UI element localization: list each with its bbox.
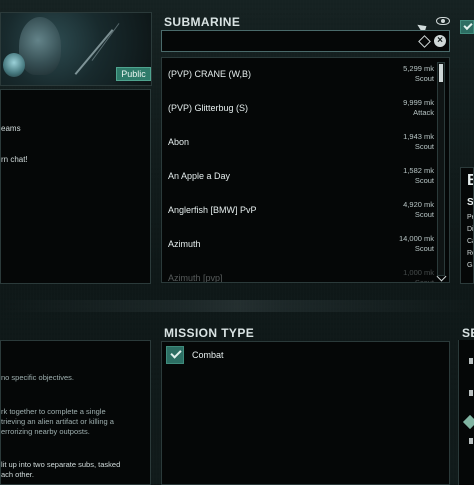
submarine-distance: 1,000 mk: [403, 268, 434, 277]
eye-icon[interactable]: [436, 17, 450, 25]
light-ray-decoration: [91, 23, 120, 61]
portrait-art: [19, 17, 61, 75]
clear-x-icon[interactable]: ×: [434, 35, 446, 47]
submarine-name: (PVP) CRANE (W,B): [168, 69, 252, 79]
submarine-info-line: Ca: [467, 238, 473, 245]
submarine-distance: 1,943 mk: [403, 132, 434, 141]
submarine-name: Anglerfish [BMW] PvP: [168, 205, 257, 215]
submarine-class: Scout: [414, 278, 434, 283]
submarine-info-line: Re: [467, 250, 473, 257]
submarine-row[interactable]: An Apple a Day 1,582 mk Scout: [162, 160, 440, 193]
mission-description-panel: no specific objectives. rk together to c…: [0, 340, 151, 485]
submarine-class: Scout: [414, 210, 434, 219]
submarine-info-line: Ga: [467, 262, 473, 269]
right-section-header: SE: [462, 326, 474, 340]
submarine-name: An Apple a Day: [168, 171, 231, 181]
chat-panel: eams rn chat!: [0, 89, 151, 284]
check-icon[interactable]: [166, 346, 184, 364]
section-divider: [0, 300, 474, 312]
submarine-row[interactable]: Abon 1,943 mk Scout: [162, 126, 440, 159]
submarine-class: Scout: [414, 74, 434, 83]
submarine-info-title: B: [467, 172, 473, 190]
submarine-name: (PVP) Glitterbug (S): [168, 103, 249, 113]
submarine-row[interactable]: Azimuth [pvp] 1,000 mk Scout: [162, 262, 440, 283]
submarine-list-scrollbar[interactable]: [437, 62, 445, 276]
mission-description-line: trieving an alien artifact or killing a: [1, 417, 114, 426]
public-badge[interactable]: Public: [116, 67, 151, 81]
submarine-info-card: B S Pe Di Ca Re Ga: [460, 167, 474, 284]
scrollbar-thumb[interactable]: [439, 64, 443, 82]
submarine-name: Abon: [168, 137, 190, 147]
submarine-class: Attack: [413, 108, 434, 117]
submarine-distance: 1,582 mk: [403, 166, 434, 175]
mission-description-line: ach other.: [1, 470, 34, 479]
submarine-info-line: Pe: [467, 214, 473, 221]
chat-line: rn chat!: [1, 155, 28, 164]
mission-description-line: lit up into two separate subs, tasked: [1, 460, 121, 469]
submarine-distance: 14,000 mk: [398, 234, 434, 243]
mission-type-list[interactable]: Combat: [161, 341, 450, 485]
check-icon[interactable]: [460, 20, 474, 34]
mission-description-line: errorizing nearby outposts.: [1, 427, 90, 436]
submarine-class: Scout: [414, 244, 434, 253]
submarine-class: Scout: [414, 176, 434, 185]
submarine-info-subtitle: S: [467, 197, 474, 208]
submarine-row[interactable]: (PVP) CRANE (W,B) 5,299 mk Scout: [162, 58, 440, 91]
submarine-row[interactable]: (PVP) Glitterbug (S) 9,999 mk Attack: [162, 92, 440, 125]
submarine-list[interactable]: (PVP) CRANE (W,B) 5,299 mk Scout (PVP) G…: [161, 57, 450, 283]
submarine-header: SUBMARINE: [164, 15, 241, 29]
panel-marker: [469, 438, 473, 444]
panel-marker: [469, 358, 473, 364]
submarine-distance: 4,920 mk: [403, 200, 434, 209]
mission-type-combat-label[interactable]: Combat: [192, 350, 224, 360]
submarine-info-line: Di: [467, 226, 474, 233]
submarine-class: Scout: [414, 142, 434, 151]
mission-description-line: rk together to complete a single: [1, 407, 106, 416]
right-side-panel: [458, 340, 474, 485]
submarine-distance: 9,999 mk: [403, 98, 434, 107]
mission-type-header: MISSION TYPE: [164, 326, 255, 340]
submarine-row[interactable]: Anglerfish [BMW] PvP 4,920 mk Scout: [162, 194, 440, 227]
panel-marker: [469, 390, 473, 396]
submarine-row[interactable]: Azimuth 14,000 mk Scout: [162, 228, 440, 261]
chat-line: eams: [1, 124, 21, 133]
mission-description-line: no specific objectives.: [1, 373, 74, 382]
avatar: [3, 53, 25, 77]
submarine-distance: 5,299 mk: [403, 64, 434, 73]
submarine-name: Azimuth: [168, 239, 201, 249]
submarine-name: Azimuth [pvp]: [168, 273, 223, 283]
submarine-search-input[interactable]: [161, 30, 450, 52]
